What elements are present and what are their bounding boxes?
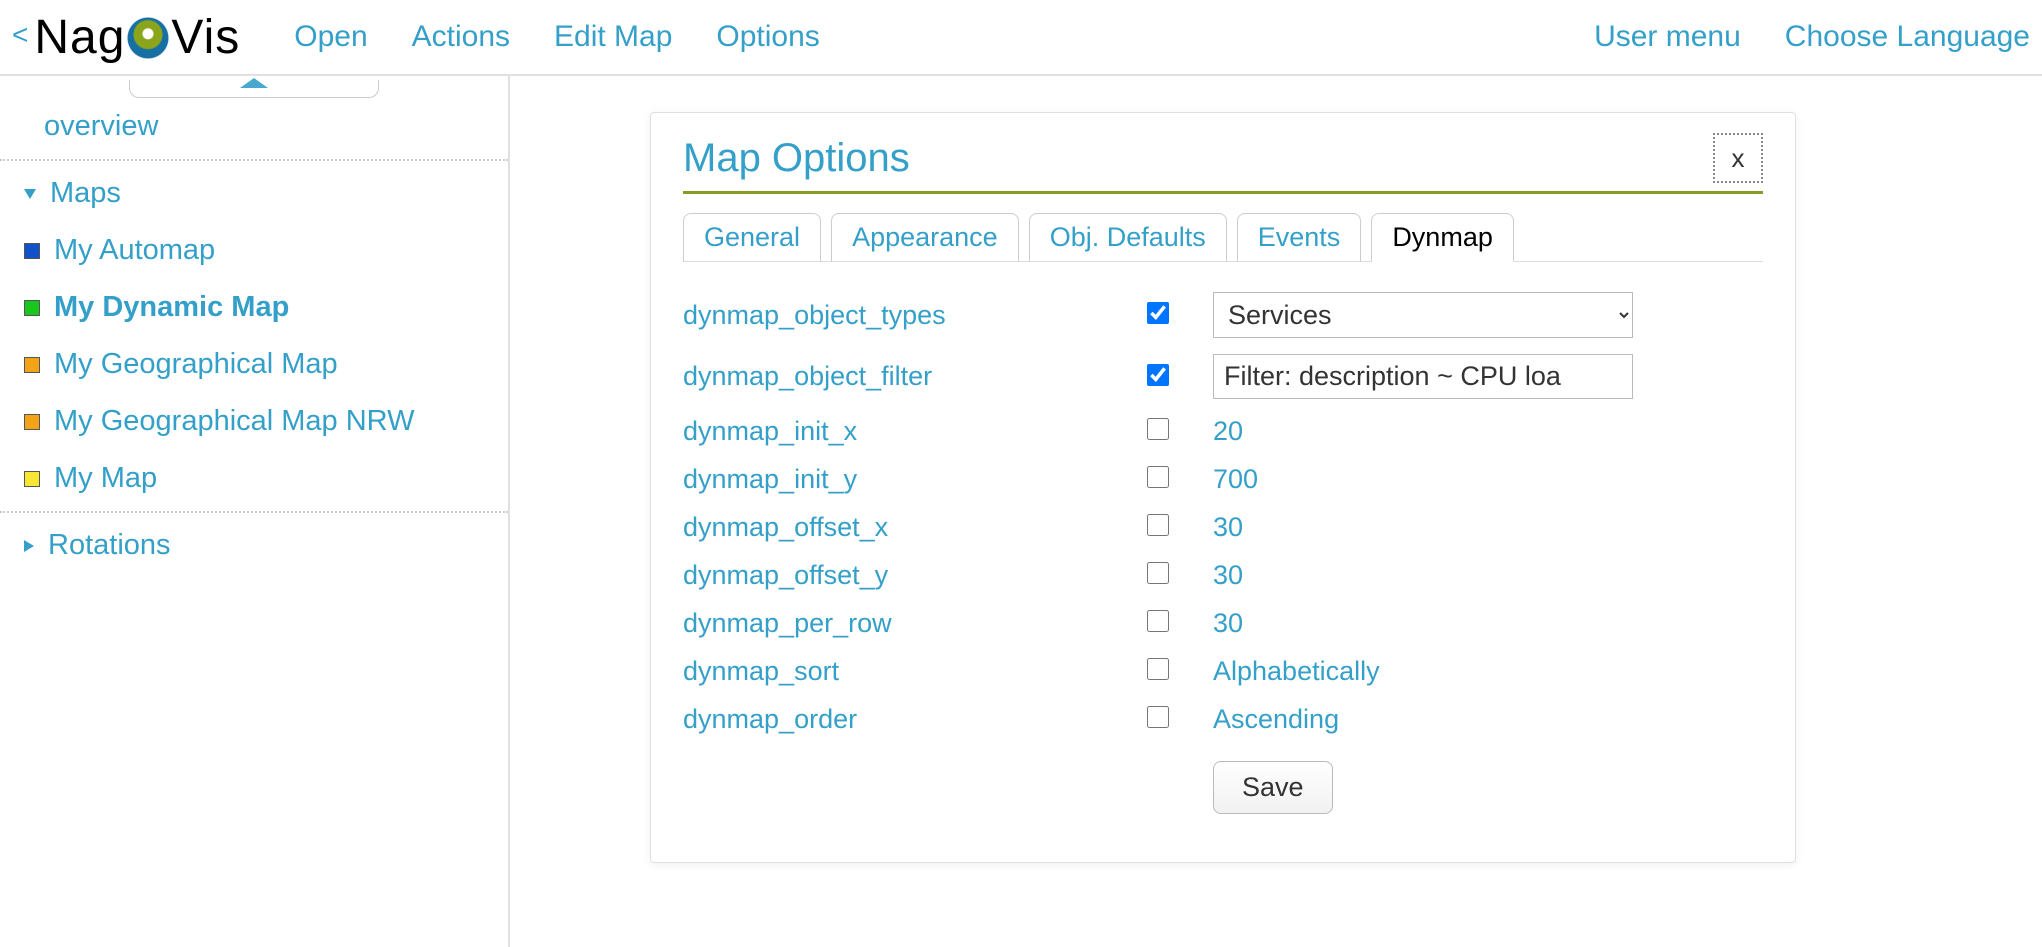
row-dynmap-init-x: dynmap_init_x 20 [683, 407, 1763, 455]
sidebar-item-label: My Dynamic Map [54, 291, 289, 324]
field-label: dynmap_init_x [683, 416, 1143, 447]
field-value: 20 [1213, 416, 1243, 447]
dynmap-form: dynmap_object_types Services dynmap_obje… [683, 284, 1763, 822]
menu-actions[interactable]: Actions [412, 20, 510, 54]
layout: overview Maps My Automap My Dynamic Map … [0, 76, 2042, 947]
field-value: 30 [1213, 560, 1243, 591]
row-dynmap-object-types: dynmap_object_types Services [683, 284, 1763, 346]
tab-general[interactable]: General [683, 213, 821, 262]
status-box-icon [24, 471, 40, 487]
sidebar-map-mymap[interactable]: My Map [0, 450, 508, 507]
override-checkbox[interactable] [1147, 706, 1169, 728]
menu-open[interactable]: Open [294, 20, 367, 54]
dialog-title: Map Options [683, 136, 910, 181]
status-box-icon [24, 300, 40, 316]
main: Map Options x General Appearance Obj. De… [510, 76, 2042, 947]
sidebar-rotations-label: Rotations [48, 529, 171, 562]
sidebar-rotations-header[interactable]: Rotations [0, 517, 508, 574]
logo-text-2: Vis [171, 10, 240, 65]
field-label: dynmap_per_row [683, 608, 1143, 639]
field-label: dynmap_object_filter [683, 361, 1143, 392]
status-box-icon [24, 357, 40, 373]
row-dynmap-object-filter: dynmap_object_filter [683, 346, 1763, 407]
map-preview-collapsed[interactable] [129, 80, 379, 98]
override-checkbox[interactable] [1147, 514, 1169, 536]
field-label: dynmap_order [683, 704, 1143, 735]
row-dynmap-init-y: dynmap_init_y 700 [683, 455, 1763, 503]
menu-user-menu[interactable]: User menu [1594, 20, 1741, 54]
row-dynmap-per-row: dynmap_per_row 30 [683, 599, 1763, 647]
field-value: 700 [1213, 464, 1258, 495]
override-checkbox[interactable] [1147, 562, 1169, 584]
sidebar-maps-label: Maps [50, 177, 121, 210]
map-options-dialog: Map Options x General Appearance Obj. De… [650, 112, 1796, 863]
sidebar-overview[interactable]: overview [0, 98, 508, 155]
override-checkbox[interactable] [1147, 658, 1169, 680]
tab-dynmap[interactable]: Dynmap [1371, 213, 1514, 262]
sidebar-separator [0, 511, 508, 513]
field-label: dynmap_sort [683, 656, 1143, 687]
menu-options[interactable]: Options [716, 20, 819, 54]
tab-appearance[interactable]: Appearance [831, 213, 1019, 262]
override-checkbox[interactable] [1147, 302, 1169, 324]
sidebar-map-geo-nrw[interactable]: My Geographical Map NRW [0, 393, 508, 450]
logo-swirl-icon [127, 17, 169, 59]
field-value: 30 [1213, 512, 1243, 543]
field-label: dynmap_offset_x [683, 512, 1143, 543]
row-dynmap-sort: dynmap_sort Alphabetically [683, 647, 1763, 695]
dialog-header: Map Options x [683, 133, 1763, 194]
close-button[interactable]: x [1713, 133, 1763, 183]
sidebar-separator [0, 159, 508, 161]
field-label: dynmap_offset_y [683, 560, 1143, 591]
dynmap-object-types-select[interactable]: Services [1213, 292, 1633, 338]
field-label: dynmap_object_types [683, 300, 1143, 331]
save-button[interactable]: Save [1213, 761, 1333, 814]
sidebar-item-label: My Automap [54, 234, 215, 267]
chevron-down-icon [24, 189, 36, 199]
row-dynmap-order: dynmap_order Ascending [683, 695, 1763, 743]
close-icon: x [1732, 143, 1745, 174]
field-value: Ascending [1213, 704, 1339, 735]
field-value: 30 [1213, 608, 1243, 639]
sidebar-maps-header[interactable]: Maps [0, 165, 508, 222]
menu-edit-map[interactable]: Edit Map [554, 20, 672, 54]
sidebar: overview Maps My Automap My Dynamic Map … [0, 76, 510, 947]
logo[interactable]: Nag Vis [34, 10, 264, 65]
sidebar-map-automap[interactable]: My Automap [0, 222, 508, 279]
override-checkbox[interactable] [1147, 364, 1169, 386]
tab-events[interactable]: Events [1237, 213, 1362, 262]
menu-choose-language[interactable]: Choose Language [1785, 20, 2030, 54]
back-button[interactable]: < [12, 19, 34, 55]
topbar: < Nag Vis Open Actions Edit Map Options … [0, 0, 2042, 76]
sidebar-map-geo[interactable]: My Geographical Map [0, 336, 508, 393]
override-checkbox[interactable] [1147, 466, 1169, 488]
sidebar-map-dynamic[interactable]: My Dynamic Map [0, 279, 508, 336]
sidebar-item-label: My Map [54, 462, 157, 495]
row-dynmap-offset-x: dynmap_offset_x 30 [683, 503, 1763, 551]
tab-obj-defaults[interactable]: Obj. Defaults [1029, 213, 1227, 262]
sidebar-item-label: My Geographical Map NRW [54, 405, 414, 438]
top-menu-right: User menu Choose Language [1594, 20, 2030, 54]
logo-text-1: Nag [34, 10, 125, 65]
chevron-right-icon [24, 540, 34, 552]
sidebar-item-label: My Geographical Map [54, 348, 338, 381]
field-label: dynmap_init_y [683, 464, 1143, 495]
override-checkbox[interactable] [1147, 610, 1169, 632]
status-box-icon [24, 243, 40, 259]
row-save: Save [683, 743, 1763, 822]
status-box-icon [24, 414, 40, 430]
override-checkbox[interactable] [1147, 418, 1169, 440]
sidebar-overview-label: overview [44, 110, 158, 143]
row-dynmap-offset-y: dynmap_offset_y 30 [683, 551, 1763, 599]
field-value: Alphabetically [1213, 656, 1380, 687]
top-menu: Open Actions Edit Map Options [294, 20, 820, 54]
dynmap-object-filter-input[interactable] [1213, 354, 1633, 399]
dialog-tabs: General Appearance Obj. Defaults Events … [683, 212, 1763, 262]
